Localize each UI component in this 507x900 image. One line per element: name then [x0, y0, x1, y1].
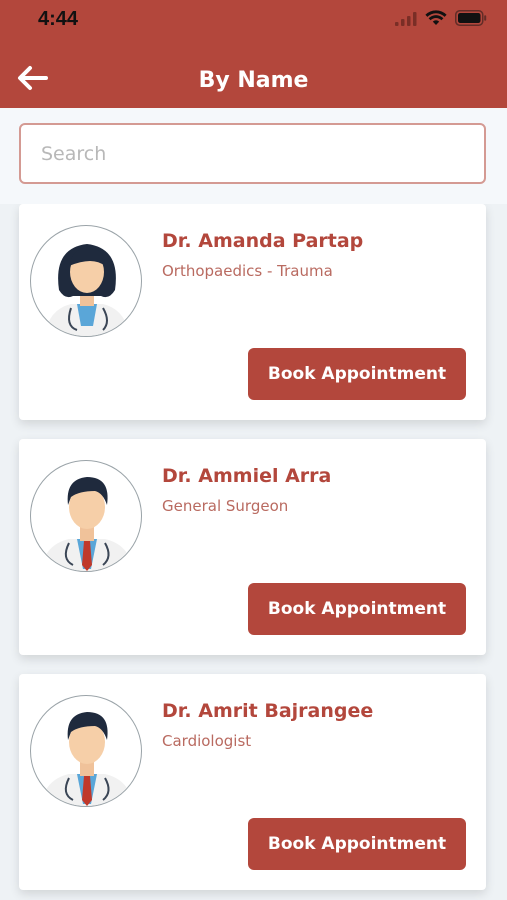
book-appointment-button[interactable]: Book Appointment [248, 348, 466, 400]
doctor-list: Dr. Amanda Partap Orthopaedics - Trauma … [0, 204, 507, 900]
signal-icon [395, 11, 417, 30]
app-header: 4:44 By Name [0, 0, 507, 108]
book-appointment-button[interactable]: Book Appointment [248, 583, 466, 635]
nav-bar: By Name [0, 56, 507, 106]
doctor-name: Dr. Amrit Bajrangee [162, 700, 374, 722]
status-icons [395, 10, 487, 30]
doctor-name: Dr. Ammiel Arra [162, 465, 332, 487]
search-input[interactable] [19, 123, 486, 184]
status-bar: 4:44 [0, 0, 507, 40]
page-title: By Name [198, 68, 309, 93]
book-appointment-button[interactable]: Book Appointment [248, 818, 466, 870]
battery-icon [455, 10, 487, 30]
female-doctor-avatar [30, 225, 142, 337]
wifi-icon [425, 10, 447, 30]
doctor-card[interactable]: Dr. Amanda Partap Orthopaedics - Trauma … [19, 204, 486, 420]
doctor-specialty: Orthopaedics - Trauma [162, 262, 333, 280]
doctor-card[interactable]: Dr. Ammiel Arra General Surgeon Book App… [19, 439, 486, 655]
search-bar [0, 108, 507, 204]
male-doctor-avatar [30, 695, 142, 807]
doctor-specialty: General Surgeon [162, 497, 289, 515]
doctor-name: Dr. Amanda Partap [162, 230, 364, 252]
doctor-specialty: Cardiologist [162, 732, 252, 750]
status-time: 4:44 [38, 8, 79, 30]
male-doctor-avatar [30, 460, 142, 572]
doctor-card[interactable]: Dr. Amrit Bajrangee Cardiologist Book Ap… [19, 674, 486, 890]
